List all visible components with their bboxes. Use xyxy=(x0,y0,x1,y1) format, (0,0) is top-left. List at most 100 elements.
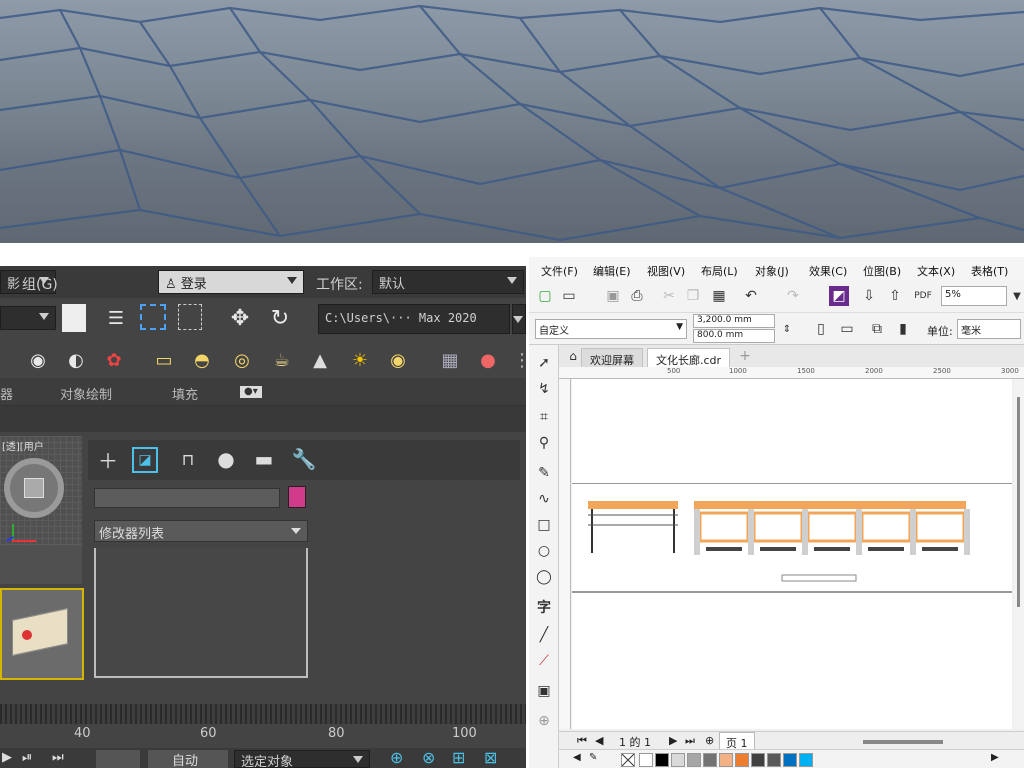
menu-text[interactable]: 文本(X) xyxy=(917,263,955,279)
viewcube-viewport[interactable]: [透][用户 xyxy=(0,436,82,584)
add-page-icon[interactable]: ⊕ xyxy=(705,734,714,747)
portrait-icon[interactable]: ▯ xyxy=(811,319,831,339)
eyedropper-icon[interactable]: ✎ xyxy=(589,752,597,763)
display-tab-icon[interactable]: ▬ xyxy=(248,444,280,474)
color-swatch[interactable] xyxy=(639,753,653,767)
all-pages-icon[interactable]: ⧉ xyxy=(867,319,887,339)
more-icon[interactable]: ⋮ xyxy=(508,346,526,374)
plane-icon[interactable]: ▭ xyxy=(150,346,178,374)
sphere-light-icon[interactable]: ◎ xyxy=(228,346,256,374)
auto-key-button[interactable]: 自动 xyxy=(148,750,228,768)
color-swatch[interactable] xyxy=(719,753,733,767)
undo-icon[interactable]: ↶ xyxy=(741,286,761,306)
modify-tab-icon[interactable]: ◪ xyxy=(132,447,158,473)
import-icon[interactable]: ⇩ xyxy=(859,286,879,306)
color-swatch[interactable] xyxy=(671,753,685,767)
shadow-tool-icon[interactable]: ▣ xyxy=(534,681,554,701)
timeline-slider[interactable] xyxy=(0,704,526,724)
zoom-icon[interactable]: ⊕ xyxy=(390,748,403,767)
color-swatch[interactable] xyxy=(799,753,813,767)
menu-bitmaps[interactable]: 位图(B) xyxy=(863,263,901,279)
new-tab-plus-icon[interactable]: + xyxy=(735,346,755,366)
path-dropdown-arrow[interactable] xyxy=(512,304,526,334)
no-color-swatch[interactable] xyxy=(621,753,635,767)
color-swatch[interactable] xyxy=(783,753,797,767)
spinner-icon[interactable]: ⇕ xyxy=(777,319,797,339)
landscape-icon[interactable]: ▭ xyxy=(837,319,857,339)
menu-layout[interactable]: 布局(L) xyxy=(701,263,738,279)
ribbon-toggle-icon[interactable]: ●▾ xyxy=(240,386,262,398)
copy-icon[interactable]: ❐ xyxy=(683,286,703,306)
teapot-icon[interactable]: ☕ xyxy=(268,346,296,374)
horizontal-scroll-thumb[interactable] xyxy=(863,740,943,744)
move-icon[interactable]: ✥ xyxy=(226,304,254,332)
selection-set-dropdown[interactable]: 选定对象 xyxy=(234,750,370,768)
text-tool-icon[interactable]: 字 xyxy=(534,597,554,617)
cone-icon[interactable]: ▲ xyxy=(306,346,334,374)
create-tab-plus-icon[interactable]: ＋ xyxy=(92,444,124,474)
color-swatch[interactable] xyxy=(687,753,701,767)
rectangle-tool-icon[interactable]: □ xyxy=(534,515,554,535)
dimension-tool-icon[interactable]: ╱ xyxy=(534,625,554,645)
connector-tool-icon[interactable]: ⟋ xyxy=(534,651,554,671)
go-to-end-icon[interactable]: ⏭ xyxy=(52,750,64,765)
new-document-icon[interactable]: ▢ xyxy=(535,286,555,306)
rect-selection-icon[interactable] xyxy=(140,304,166,330)
modifier-list-dropdown[interactable]: 修改器列表 xyxy=(94,520,308,542)
zoom-extents-icon[interactable]: ⊞ xyxy=(452,748,465,767)
viewcube-icon[interactable] xyxy=(4,458,64,518)
utilities-tab-wrench-icon[interactable]: 🔧 xyxy=(288,444,320,474)
drawing-canvas[interactable] xyxy=(572,379,1012,729)
pan-icon[interactable]: ⊠ xyxy=(484,748,497,767)
object-name-field[interactable] xyxy=(94,488,280,508)
color-swatch[interactable] xyxy=(735,753,749,767)
publish-pdf-icon[interactable]: PDF xyxy=(913,286,933,306)
omni-light-icon[interactable]: ◉ xyxy=(384,346,412,374)
object-color-swatch[interactable] xyxy=(288,486,306,508)
menu-file[interactable]: 文件(F) xyxy=(541,263,578,279)
select-by-name-icon[interactable]: ☰ xyxy=(102,304,130,332)
login-dropdown[interactable]: ♙ 登录 xyxy=(158,270,304,294)
window-crossing-icon[interactable] xyxy=(178,304,202,330)
palette-scroll-left-icon[interactable]: ◀ xyxy=(573,752,581,763)
menu-group[interactable]: 组(G) xyxy=(22,274,58,294)
redo-icon[interactable]: ↷ xyxy=(783,286,803,306)
selection-filter-dropdown[interactable] xyxy=(0,306,56,330)
workspace-dropdown[interactable]: 默认 xyxy=(372,270,524,294)
ellipse-tool-icon[interactable]: ○ xyxy=(534,541,554,561)
page-height-field[interactable]: 800.0 mm xyxy=(693,329,775,343)
page-preset-dropdown[interactable]: 自定义 ▼ xyxy=(535,319,687,339)
dome-icon[interactable]: ◓ xyxy=(188,346,216,374)
rotate-icon[interactable]: ↻ xyxy=(266,304,294,332)
first-page-icon[interactable]: ⏮ xyxy=(577,734,587,748)
menu-effects[interactable]: 效果(C) xyxy=(809,263,847,279)
palette-scroll-right-icon[interactable]: ▶ xyxy=(991,752,999,763)
last-page-icon[interactable]: ⏭ xyxy=(685,734,695,748)
select-object-icon[interactable] xyxy=(62,304,86,332)
paste-icon[interactable]: ▦ xyxy=(709,286,729,306)
menu-object[interactable]: 对象(J) xyxy=(755,263,789,279)
zoom-tool-icon[interactable]: ⚲ xyxy=(534,433,554,453)
current-page-icon[interactable]: ▮ xyxy=(893,319,913,339)
menu-view[interactable]: 视图(V) xyxy=(647,263,685,279)
print-icon[interactable]: ⎙ xyxy=(627,286,647,306)
add-tool-icon[interactable]: ⊕ xyxy=(534,711,554,731)
camera-icon[interactable]: ◉ xyxy=(24,346,52,374)
menu-edit[interactable]: 编辑(E) xyxy=(593,263,631,279)
crop-tool-icon[interactable]: ⌗ xyxy=(534,407,554,427)
project-path-dropdown[interactable]: C:\Users\··· Max 2020 xyxy=(318,304,510,334)
polygon-tool-icon[interactable]: ◯ xyxy=(534,567,554,587)
render-setup-icon[interactable]: ◐ xyxy=(62,346,90,374)
corel-connect-icon[interactable]: ◩ xyxy=(829,286,849,306)
cut-icon[interactable]: ✂ xyxy=(659,286,679,306)
next-frame-icon[interactable]: ⏯ xyxy=(22,750,32,765)
grid-object-icon[interactable]: ▦ xyxy=(436,346,464,374)
tab-document[interactable]: 文化长廊.cdr xyxy=(647,348,731,367)
hierarchy-tab-icon[interactable]: ⊓ xyxy=(172,444,204,474)
tab-populate[interactable]: 填充 xyxy=(172,384,198,403)
motion-tab-icon[interactable]: ● xyxy=(210,444,242,474)
scroll-thumb[interactable] xyxy=(1017,397,1020,607)
tab-modeling[interactable]: 器 xyxy=(0,384,13,403)
next-page-icon[interactable]: ▶ xyxy=(669,734,677,747)
modifier-stack[interactable] xyxy=(94,548,308,678)
